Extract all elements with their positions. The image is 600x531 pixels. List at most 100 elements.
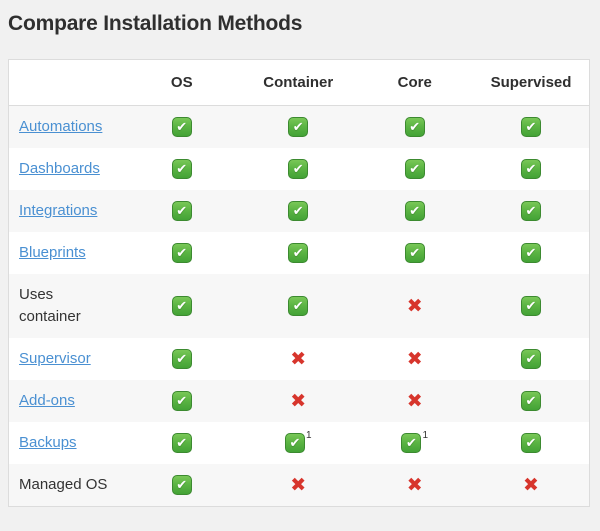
check-glyph: ✔	[292, 120, 304, 135]
value-cell: ✖	[357, 464, 474, 507]
value-cell: ✖	[240, 380, 357, 422]
value-cell: ✔	[240, 190, 357, 232]
check-icon: ✔	[288, 117, 309, 137]
value-cell: ✖	[240, 464, 357, 507]
check-icon: ✔	[401, 433, 422, 453]
value-cell: ✔	[357, 106, 474, 149]
check-icon: ✔	[521, 243, 541, 263]
table-row: Integrations ✔ ✔ ✔ ✔	[8, 190, 590, 232]
row-label-cell: Blueprints	[9, 232, 124, 274]
column-header-container: Container	[240, 59, 357, 106]
value-cell: ✔	[473, 106, 590, 149]
check-icon: ✔	[171, 201, 192, 221]
value-cell: ✔1	[240, 422, 357, 464]
check-icon: ✔	[404, 201, 425, 221]
table-row: Blueprints ✔ ✔ ✔ ✔	[9, 232, 590, 274]
check-glyph: ✔	[176, 204, 188, 219]
value-cell: ✔	[124, 380, 241, 422]
feature-link[interactable]: Integrations	[19, 202, 97, 219]
value-cell: ✔	[124, 148, 241, 190]
cross-glyph: ✖	[406, 390, 423, 412]
check-icon: ✔	[521, 201, 541, 221]
feature-link[interactable]: Add-ons	[19, 392, 75, 409]
check-glyph: ✔	[525, 299, 537, 314]
table-row: Managed OS ✔ ✖ ✖ ✖	[8, 464, 590, 507]
feature-link[interactable]: Backups	[19, 434, 77, 451]
feature-link[interactable]: Blueprints	[19, 244, 86, 261]
check-icon: ✔	[404, 117, 425, 137]
check-icon: ✔	[521, 433, 541, 453]
value-cell: ✔	[240, 232, 357, 274]
row-label-cell: Automations	[9, 106, 124, 149]
value-cell: ✖	[240, 338, 357, 380]
check-glyph: ✔	[525, 436, 537, 451]
check-icon: ✔	[521, 159, 541, 179]
check-glyph: ✔	[409, 162, 421, 177]
table-row: Dashboards ✔ ✔ ✔ ✔	[9, 148, 590, 190]
row-label-cell: Backups	[9, 422, 124, 464]
cross-glyph: ✖	[290, 348, 307, 370]
footnote-marker: 1	[422, 430, 429, 441]
column-header-core: Core	[356, 59, 473, 106]
check-icon: ✔	[288, 296, 309, 316]
check-glyph: ✔	[525, 394, 537, 409]
check-icon: ✔	[521, 296, 541, 316]
check-glyph: ✔	[176, 352, 188, 367]
check-glyph: ✔	[176, 394, 188, 409]
value-cell: ✔	[124, 106, 241, 149]
check-glyph: ✔	[525, 352, 537, 367]
value-cell: ✔	[240, 148, 357, 190]
cross-icon: ✖	[290, 391, 306, 411]
feature-label: Managed OS	[19, 476, 108, 493]
value-cell: ✔	[124, 232, 241, 274]
value-cell: ✔	[357, 148, 474, 190]
value-cell: ✖	[357, 274, 474, 338]
cross-icon: ✖	[523, 475, 539, 495]
feature-link[interactable]: Dashboards	[19, 160, 100, 177]
value-cell: ✔	[473, 232, 590, 274]
feature-label: Uses container	[19, 286, 81, 325]
table-header-row: OS Container Core Supervised	[8, 59, 590, 106]
value-cell: ✖	[357, 338, 474, 380]
footnote-marker: 1	[305, 430, 312, 441]
column-header-os: OS	[123, 59, 240, 106]
value-cell: ✔	[124, 464, 241, 507]
check-glyph: ✔	[525, 120, 537, 135]
row-label-cell: Dashboards	[9, 148, 124, 190]
check-icon: ✔	[288, 159, 309, 179]
check-glyph: ✔	[176, 436, 188, 451]
check-glyph: ✔	[409, 246, 421, 261]
cross-icon: ✖	[407, 349, 423, 369]
value-cell: ✔	[473, 190, 590, 232]
cross-glyph: ✖	[523, 474, 539, 496]
cross-icon: ✖	[407, 475, 423, 495]
check-glyph: ✔	[525, 246, 537, 261]
check-icon: ✔	[288, 243, 309, 263]
table-row: Uses container ✔ ✔ ✖ ✔	[8, 274, 590, 338]
check-icon: ✔	[171, 475, 192, 495]
cross-glyph: ✖	[406, 348, 423, 370]
value-cell: ✔	[240, 106, 357, 149]
cross-glyph: ✖	[290, 390, 307, 412]
column-header-supervised: Supervised	[473, 59, 590, 106]
check-glyph: ✔	[406, 436, 417, 451]
feature-link[interactable]: Automations	[19, 118, 102, 135]
check-glyph: ✔	[525, 162, 537, 177]
value-cell: ✔1	[357, 422, 474, 464]
cross-icon: ✖	[290, 475, 306, 495]
column-header-feature	[8, 59, 124, 106]
value-cell: ✖	[473, 464, 590, 507]
row-label-cell: Supervisor	[9, 338, 124, 380]
check-icon: ✔	[521, 391, 541, 411]
check-icon: ✔	[288, 201, 309, 221]
value-cell: ✔	[357, 190, 474, 232]
check-glyph: ✔	[292, 246, 304, 261]
table-row: Automations ✔ ✔ ✔ ✔	[8, 105, 590, 149]
check-icon: ✔	[171, 433, 192, 453]
feature-link[interactable]: Supervisor	[19, 350, 91, 367]
check-glyph: ✔	[289, 436, 301, 451]
cross-icon: ✖	[290, 349, 306, 369]
value-cell: ✔	[124, 274, 241, 338]
page: Compare Installation Methods OS Container…	[0, 0, 600, 515]
check-icon: ✔	[521, 349, 541, 369]
